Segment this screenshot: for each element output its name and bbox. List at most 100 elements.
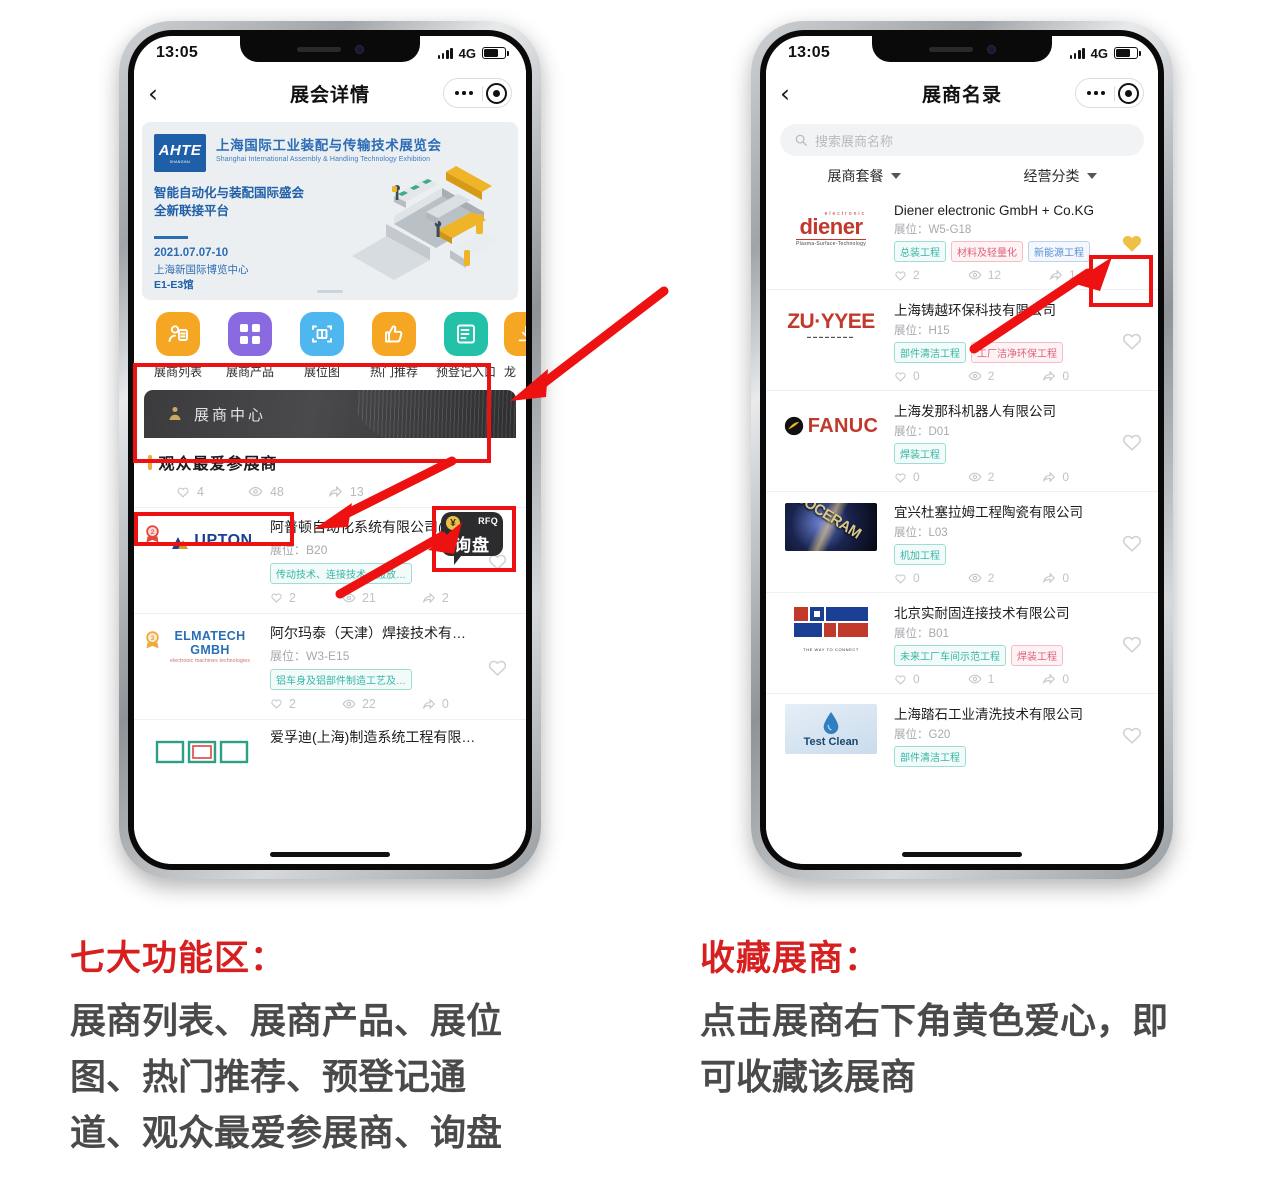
filter-package[interactable]: 展商套餐 xyxy=(766,166,962,186)
event-banner[interactable]: AHTE SHANGHAI 上海国际工业装配与传输技术展览会 Shanghai … xyxy=(142,122,518,300)
exhibitor-logo: THE WAY TO CONNECT xyxy=(776,602,886,654)
exhibitor-row[interactable]: 爱孚迪(上海)制造系统工程有限… xyxy=(134,718,526,782)
favorite-button[interactable] xyxy=(1114,633,1150,655)
view-count: 1 xyxy=(987,672,995,686)
heart-outline-icon[interactable] xyxy=(1121,431,1143,453)
exhibitor-logo: DOCERAM xyxy=(776,501,886,553)
battery-icon xyxy=(1114,47,1141,59)
wechat-capsule[interactable] xyxy=(1074,78,1144,108)
chevron-down-icon[interactable] xyxy=(890,173,901,179)
left-caption-heading: 七大功能区： xyxy=(70,939,287,978)
category-tag: 机加工程 xyxy=(894,544,946,565)
filter-label: 展商套餐 xyxy=(827,168,884,184)
eye-icon xyxy=(968,674,982,684)
heart-icon xyxy=(895,270,906,281)
heart-icon xyxy=(177,487,189,498)
exhibitor-name: 北京实耐固连接技术有限公司 xyxy=(894,606,1070,621)
back-icon[interactable]: ‹ xyxy=(148,81,178,106)
search-icon xyxy=(795,134,807,146)
exhibitor-booth: 展位：L03 xyxy=(894,527,948,539)
view-count: 48 xyxy=(269,484,284,499)
favorite-button[interactable] xyxy=(1114,724,1150,746)
grid-products-icon[interactable] xyxy=(228,312,272,356)
favorite-button[interactable] xyxy=(1114,431,1150,453)
annotation-box-icon-row xyxy=(133,363,491,463)
heart-icon xyxy=(895,573,906,584)
favorite-button-active[interactable] xyxy=(1114,231,1150,255)
filter-category[interactable]: 经营分类 xyxy=(962,166,1158,186)
eye-icon xyxy=(968,573,982,583)
notch xyxy=(240,36,420,62)
exhibitor-logo-text: diener xyxy=(799,213,863,239)
exhibitor-tags: 铝车身及铝部件制造工艺及… xyxy=(270,668,472,690)
back-icon[interactable]: ‹ xyxy=(780,81,810,106)
partial-logo xyxy=(155,740,249,763)
favorite-button[interactable] xyxy=(1114,532,1150,554)
target-icon[interactable] xyxy=(1115,82,1141,104)
signal-icon xyxy=(1069,47,1085,59)
right-caption-line-1: 点击展商右下角黄色爱心，即 xyxy=(700,1000,1169,1041)
like-count: 2 xyxy=(289,590,296,605)
exhibitor-stats: 0 1 0 xyxy=(894,672,1106,686)
more-dots-icon[interactable] xyxy=(446,90,483,96)
heart-outline-icon[interactable] xyxy=(487,657,508,678)
status-time: 13:05 xyxy=(788,44,830,61)
heart-filled-icon[interactable] xyxy=(1120,231,1144,255)
exhibitor-logo xyxy=(144,728,262,774)
exhibitor-booth: 展位：W5-G18 xyxy=(894,224,972,236)
exhibitor-logo: ZU·YYEE ▬▬▬▬▬▬▬▬ xyxy=(787,310,875,339)
exhibitor-booth: 展位：G20 xyxy=(894,729,951,741)
exhibitor-name: 阿尔玛泰（天津）焊接技术有限… xyxy=(270,624,472,641)
exhibitor-logo-text: Test Clean xyxy=(803,735,859,748)
directory-row[interactable]: THE WAY TO CONNECT 北京实耐固连接技术有限公司 展位：B01 … xyxy=(766,593,1158,694)
heart-outline-icon[interactable] xyxy=(1121,330,1143,352)
directory-row[interactable]: DOCERAM 宜兴杜塞拉姆工程陶瓷有限公司 展位：L03 机加工程 0 2 0 xyxy=(766,492,1158,593)
exhibitor-tags: 焊装工程 xyxy=(894,443,1106,464)
category-tag: 未来工厂车间示范工程 xyxy=(894,645,1006,666)
signal-icon xyxy=(437,47,453,59)
exhibitor-logo: 3 ELMATECH GMBH electronic machines tech… xyxy=(144,624,262,670)
wechat-capsule[interactable] xyxy=(442,78,512,108)
more-dots-icon[interactable] xyxy=(1078,90,1115,96)
document-icon[interactable] xyxy=(444,312,488,356)
directory-row[interactable]: FANUC 上海发那科机器人有限公司 展位：D01 焊装工程 0 2 0 xyxy=(766,391,1158,492)
exhibitor-list-icon[interactable] xyxy=(156,312,200,356)
like-count: 4 xyxy=(197,484,204,499)
target-icon[interactable] xyxy=(483,82,509,104)
heart-icon xyxy=(271,593,282,604)
category-tag: 部件清洁工程 xyxy=(894,342,966,363)
logo-sub-text: Plasma-Surface-Technology xyxy=(795,241,867,248)
exhibitor-logo-subtext: electronic machines technologies xyxy=(169,658,251,665)
exhibitor-tags: 机加工程 xyxy=(894,544,1106,565)
exhibitor-stats: 0 2 0 xyxy=(894,470,1106,484)
directory-row[interactable]: Test Clean 上海踏石工业清洗技术有限公司 展位：G20 部件清洁工程 xyxy=(766,694,1158,774)
home-indicator xyxy=(270,852,390,857)
chevron-down-icon[interactable] xyxy=(1086,173,1097,179)
heart-outline-icon[interactable] xyxy=(1121,724,1143,746)
ahte-logo-sub: SHANGHAI xyxy=(169,159,191,164)
floor-plan-icon[interactable] xyxy=(300,312,344,356)
heart-icon xyxy=(895,472,906,483)
share-count: 0 xyxy=(441,696,449,711)
search-input[interactable]: 搜索展商名称 xyxy=(780,124,1144,156)
thumbs-up-icon[interactable] xyxy=(372,312,416,356)
heart-outline-icon[interactable] xyxy=(1121,532,1143,554)
heart-icon xyxy=(895,371,906,382)
ahte-logo-text: AHTE xyxy=(158,141,202,159)
exhibitor-row[interactable]: 3 ELMATECH GMBH electronic machines tech… xyxy=(134,612,526,719)
exhibitor-logo: Test Clean xyxy=(776,703,886,755)
share-icon xyxy=(422,698,435,710)
right-phone-frame: 13:05 4G ‹ 展商名录 搜索展商名称 展商套餐 经营分类 electro… xyxy=(751,21,1173,879)
banner-title-cn: 上海国际工业装配与传输技术展览会 xyxy=(216,138,442,153)
heart-outline-icon[interactable] xyxy=(1121,633,1143,655)
water-drop-icon xyxy=(823,711,839,734)
annotation-arrow-to-rfq xyxy=(335,522,462,599)
network-label: 4G xyxy=(458,45,476,61)
search-placeholder: 搜索展商名称 xyxy=(815,133,894,149)
exhibitor-name: 宜兴杜塞拉姆工程陶瓷有限公司 xyxy=(894,505,1083,520)
favorite-button[interactable] xyxy=(480,657,514,678)
view-count: 22 xyxy=(361,696,376,711)
exhibitor-stats: 0 2 0 xyxy=(894,369,1106,383)
filter-row: 展商套餐 经营分类 xyxy=(766,156,1158,194)
share-icon xyxy=(1043,572,1056,584)
